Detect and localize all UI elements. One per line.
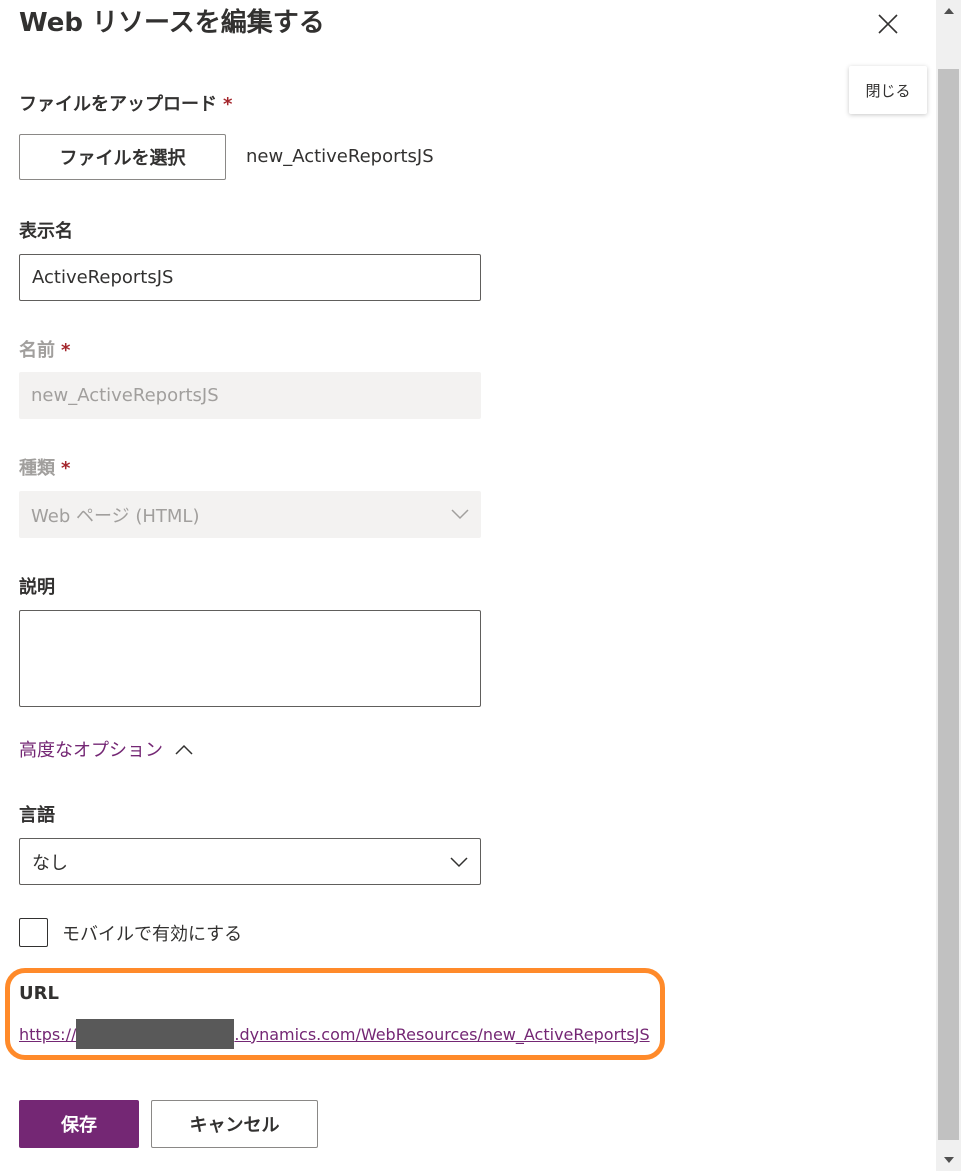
type-value: Web ページ (HTML) — [31, 505, 200, 527]
scrollbar[interactable] — [936, 0, 961, 1171]
language-value: なし — [32, 852, 68, 874]
url-link[interactable]: https:// .dynamics.com/WebResources/new_A… — [19, 1019, 650, 1049]
language-dropdown[interactable]: なし — [19, 838, 481, 885]
close-icon — [878, 14, 898, 34]
name-value: new_ActiveReportsJS — [31, 385, 219, 406]
redacted-block — [76, 1019, 235, 1049]
type-label: 種類 * — [19, 458, 71, 479]
triangle-down-icon — [943, 1157, 954, 1163]
description-label: 説明 — [19, 577, 55, 598]
choose-file-button[interactable]: ファイルを選択 — [19, 134, 226, 180]
display-name-input[interactable]: ActiveReportsJS — [19, 254, 481, 301]
enable-mobile-checkbox[interactable] — [19, 918, 48, 947]
cancel-button[interactable]: キャンセル — [151, 1100, 318, 1148]
description-textarea[interactable] — [19, 610, 481, 707]
chevron-up-icon — [175, 744, 193, 755]
language-label: 言語 — [19, 805, 55, 826]
triangle-up-icon — [943, 8, 954, 14]
name-label: 名前 * — [19, 340, 71, 361]
scroll-thumb[interactable] — [938, 69, 959, 1140]
selected-file-name: new_ActiveReportsJS — [246, 146, 434, 167]
url-suffix: .dynamics.com/WebResources/new_ActiveRep… — [234, 1024, 650, 1044]
dialog-title: Web リソースを編集する — [19, 8, 325, 38]
name-input: new_ActiveReportsJS — [19, 372, 481, 419]
type-dropdown: Web ページ (HTML) — [19, 491, 481, 538]
enable-mobile-label: モバイルで有効にする — [62, 924, 243, 945]
close-tooltip: 閉じる — [849, 66, 927, 114]
save-button[interactable]: 保存 — [19, 1100, 139, 1148]
display-name-value: ActiveReportsJS — [32, 267, 174, 288]
advanced-options-label: 高度なオプション — [19, 740, 163, 761]
chevron-down-icon — [451, 509, 469, 520]
upload-label: ファイルをアップロード * — [19, 94, 233, 115]
required-mark: * — [223, 94, 233, 115]
chevron-down-icon — [450, 857, 468, 868]
advanced-options-toggle[interactable]: 高度なオプション — [19, 736, 193, 762]
edit-web-resource-panel: Web リソースを編集する 閉じる ファイルをアップロード * ファイルを選択 n… — [0, 0, 936, 1171]
required-mark: * — [61, 340, 71, 361]
url-label: URL — [19, 983, 59, 1004]
display-name-label: 表示名 — [19, 221, 73, 242]
close-button[interactable] — [870, 8, 906, 42]
url-prefix: https:// — [19, 1024, 77, 1044]
scroll-down-button[interactable] — [936, 1149, 961, 1171]
scroll-up-button[interactable] — [936, 0, 961, 22]
required-mark: * — [61, 458, 71, 479]
